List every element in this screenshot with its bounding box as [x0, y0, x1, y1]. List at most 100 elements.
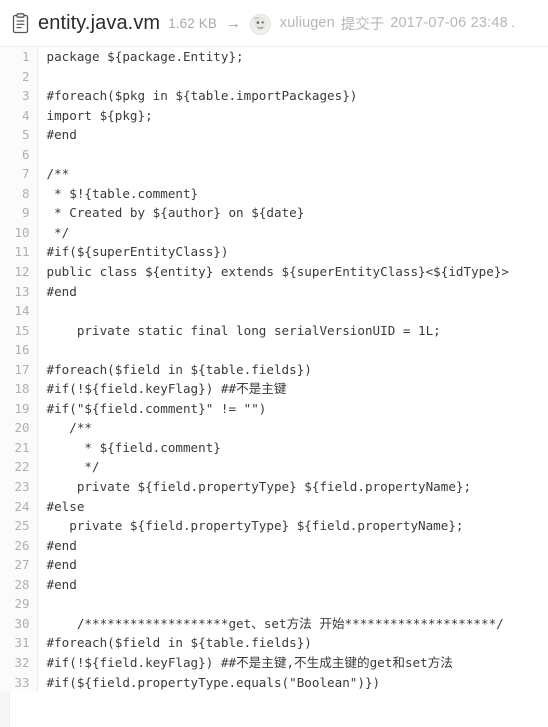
- line-number[interactable]: 21: [0, 437, 38, 458]
- line-number[interactable]: 28: [0, 574, 38, 595]
- code-line-text[interactable]: #end: [37, 125, 548, 145]
- code-line-text[interactable]: [37, 340, 548, 360]
- code-line-text[interactable]: [37, 301, 548, 321]
- file-header-bar: entity.java.vm 1.62 KB → xuliugen 提交于 20…: [0, 0, 548, 47]
- code-line-text[interactable]: /*******************get、set方法 开始********…: [37, 614, 548, 634]
- code-line-text[interactable]: * Created by ${author} on ${date}: [37, 203, 548, 223]
- code-line-row: 32 #if(!${field.keyFlag}) ##不是主键,不生成主键的ge…: [0, 652, 548, 673]
- line-number[interactable]: 4: [0, 105, 38, 126]
- code-line-row: 28 #end: [0, 574, 548, 595]
- line-number[interactable]: 9: [0, 203, 38, 223]
- code-line-text[interactable]: #if(!${field.keyFlag}) ##不是主键,不生成主键的get和…: [37, 653, 548, 673]
- code-line-text[interactable]: /**: [37, 164, 548, 184]
- code-line-row: 19 #if("${field.comment}" != ""): [0, 398, 548, 419]
- line-number[interactable]: 2: [0, 66, 38, 87]
- code-line-text[interactable]: [37, 594, 548, 614]
- code-line-text[interactable]: * $!{table.comment}: [37, 184, 548, 204]
- code-line-row: 3 #foreach($pkg in ${table.importPackages…: [0, 86, 548, 106]
- code-line-row: 11 #if(${superEntityClass}): [0, 242, 548, 263]
- code-line-row: 7/**: [0, 164, 548, 184]
- code-line-text[interactable]: [37, 67, 548, 87]
- code-line-text[interactable]: import ${pkg};: [37, 106, 548, 126]
- code-line-text[interactable]: */: [37, 223, 548, 243]
- line-number[interactable]: 29: [0, 594, 38, 614]
- code-line-text[interactable]: #foreach($pkg in ${table.importPackages}…: [37, 86, 548, 106]
- commit-date: 2017-07-06 23:48: [390, 15, 508, 31]
- line-number[interactable]: 27: [0, 555, 38, 575]
- committer-name[interactable]: xuliugen: [280, 15, 335, 31]
- code-line-text[interactable]: private static final long serialVersionU…: [37, 321, 548, 341]
- code-line-row: 5 #end: [0, 125, 548, 145]
- arrow-right-icon: →: [225, 14, 241, 32]
- code-line-row: 15 private static final long serialVersi…: [0, 320, 548, 341]
- code-line-text[interactable]: #end: [37, 575, 548, 595]
- line-number[interactable]: 14: [0, 301, 38, 321]
- file-size: 1.62 KB: [168, 15, 217, 31]
- line-number[interactable]: 17: [0, 359, 38, 380]
- code-line-row: 20 /**: [0, 418, 548, 438]
- line-number[interactable]: 31: [0, 633, 38, 653]
- code-line-text[interactable]: #end: [37, 536, 548, 556]
- line-number[interactable]: 24: [0, 496, 38, 517]
- code-line-text[interactable]: #foreach($field in ${table.fields}): [37, 360, 548, 380]
- code-line-text[interactable]: #end: [37, 282, 548, 302]
- line-number[interactable]: 18: [0, 379, 38, 399]
- code-line-text[interactable]: * ${field.comment}: [37, 438, 548, 458]
- line-number[interactable]: 3: [0, 86, 38, 106]
- code-line-text[interactable]: [37, 145, 548, 165]
- line-number[interactable]: 11: [0, 242, 38, 263]
- line-number[interactable]: 22: [0, 457, 38, 478]
- line-number[interactable]: 13: [0, 281, 38, 302]
- code-line-text[interactable]: #if("${field.comment}" != ""): [37, 399, 548, 419]
- code-line-text[interactable]: private ${field.propertyType} ${field.pr…: [37, 477, 548, 497]
- code-line-row: 17 #foreach($field in ${table.fields}): [0, 359, 548, 380]
- code-line-row: 25 private ${field.propertyType} ${field…: [0, 516, 548, 536]
- line-number[interactable]: 16: [0, 340, 38, 360]
- line-number[interactable]: 30: [0, 613, 38, 634]
- code-line-row: 27 #end: [0, 555, 548, 575]
- code-line-row: 22 */: [0, 457, 548, 478]
- line-number[interactable]: 15: [0, 320, 38, 341]
- code-line-row: 21 * ${field.comment}: [0, 437, 548, 458]
- avatar[interactable]: [249, 13, 271, 35]
- code-line-row: 10 */: [0, 222, 548, 243]
- line-number[interactable]: 19: [0, 398, 38, 419]
- line-number[interactable]: 5: [0, 125, 38, 145]
- code-line-text[interactable]: */: [37, 457, 548, 477]
- code-line-row: 6: [0, 144, 548, 165]
- code-line-text[interactable]: #if(${superEntityClass}): [37, 242, 548, 262]
- code-table: 1 package ${package.Entity}; 2 3 #foreach($…: [0, 47, 548, 693]
- code-line-text[interactable]: #if(!${field.keyFlag}) ##不是主键: [37, 379, 548, 399]
- line-number[interactable]: 23: [0, 477, 38, 497]
- code-line-row: 4 import ${pkg};: [0, 105, 548, 126]
- code-line-text[interactable]: #foreach($field in ${table.fields}): [37, 633, 548, 653]
- code-line-text[interactable]: #if(${field.propertyType.equals("Boolean…: [37, 673, 548, 693]
- code-line-row: 24 #else: [0, 496, 548, 517]
- line-number[interactable]: 6: [0, 144, 38, 165]
- code-line-text[interactable]: #else: [37, 497, 548, 517]
- line-number[interactable]: 8: [0, 183, 38, 204]
- line-number[interactable]: 20: [0, 418, 38, 438]
- code-line-row: 18 #if(!${field.keyFlag}) ##不是主键: [0, 379, 548, 399]
- line-number[interactable]: 33: [0, 672, 38, 693]
- line-number[interactable]: 12: [0, 262, 38, 282]
- line-number[interactable]: 26: [0, 535, 38, 556]
- code-line-row: 2: [0, 66, 548, 87]
- code-line-row: 26 #end: [0, 535, 548, 556]
- code-line-text[interactable]: package ${package.Entity};: [37, 47, 548, 67]
- line-number[interactable]: 10: [0, 222, 38, 243]
- line-number[interactable]: 32: [0, 652, 38, 673]
- line-number[interactable]: 1: [0, 47, 38, 67]
- code-line-row: 14: [0, 301, 548, 321]
- code-line-text[interactable]: public class ${entity} extends ${superEn…: [37, 262, 548, 282]
- code-line-row: 33 #if(${field.propertyType.equals("Boole…: [0, 672, 548, 693]
- code-line-row: 9 * Created by ${author} on ${date}: [0, 203, 548, 223]
- code-line-text[interactable]: private ${field.propertyType} ${field.pr…: [37, 516, 548, 536]
- document-lines-icon: [12, 12, 29, 34]
- line-number[interactable]: 7: [0, 164, 38, 184]
- code-line-text[interactable]: /**: [37, 418, 548, 438]
- line-number[interactable]: 25: [0, 516, 38, 536]
- code-viewer[interactable]: 1 package ${package.Entity}; 2 3 #foreach($…: [0, 47, 548, 727]
- code-line-text[interactable]: #end: [37, 555, 548, 575]
- code-line-row: 13 #end: [0, 281, 548, 302]
